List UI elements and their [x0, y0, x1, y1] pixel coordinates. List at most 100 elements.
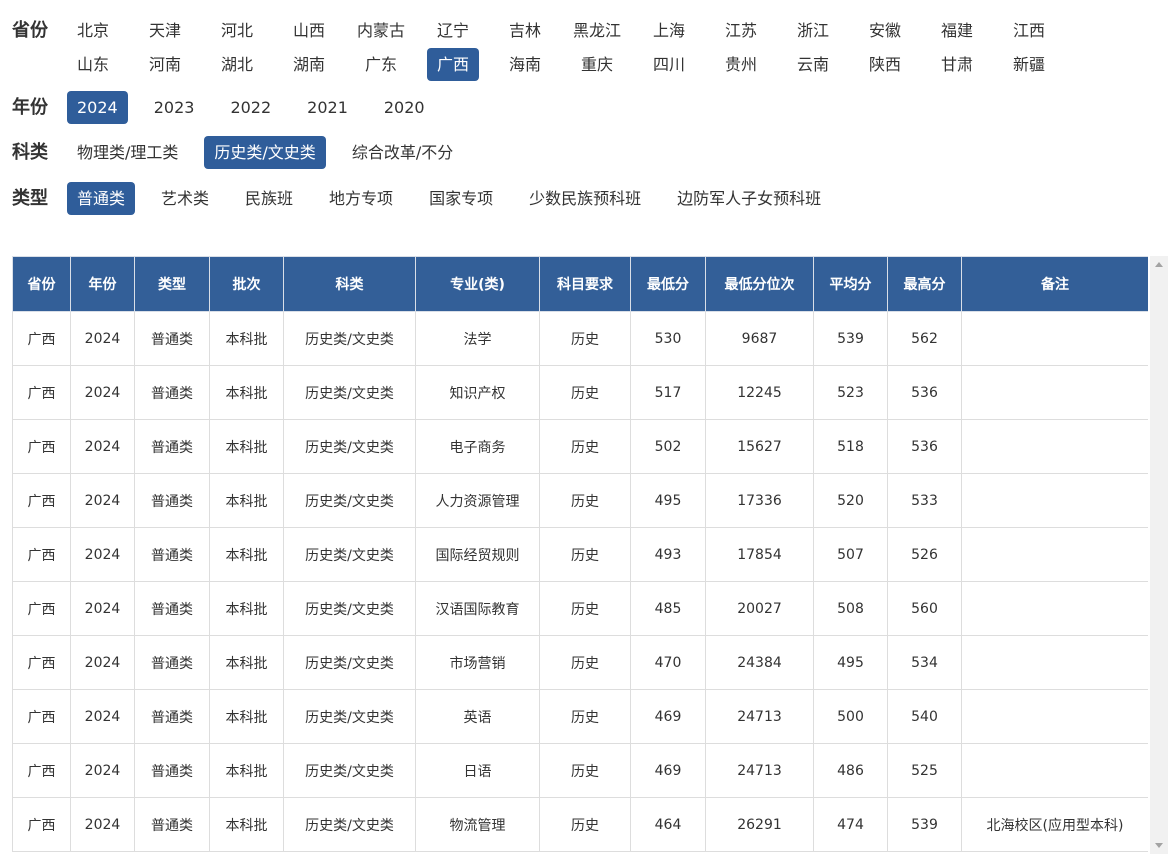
table-cell: 469: [630, 689, 706, 744]
province-option[interactable]: 陕西: [859, 48, 911, 81]
table-cell: 人力资源管理: [415, 473, 540, 528]
year-option[interactable]: 2020: [374, 91, 435, 124]
table-cell: 历史类/文史类: [283, 635, 416, 690]
type-option[interactable]: 边防军人子女预科班: [667, 182, 831, 215]
province-option[interactable]: 内蒙古: [355, 14, 407, 47]
table-cell: 2024: [70, 743, 135, 798]
filter-panel: 省份 北京 天津 河北 山西 内蒙古 辽宁 吉林 黑龙江 上海 江苏 浙江 安徽 福建 江西 山东 河南 湖北湖…: [12, 14, 1162, 216]
scroll-down-arrow-icon[interactable]: [1155, 843, 1163, 848]
year-option[interactable]: 2021: [297, 91, 358, 124]
province-option[interactable]: 重庆: [571, 48, 623, 81]
province-option[interactable]: 山西: [283, 14, 335, 47]
province-option[interactable]: 辽宁: [427, 14, 479, 47]
province-option[interactable]: 云南: [787, 48, 839, 81]
province-option[interactable]: 新疆: [1003, 48, 1055, 81]
year-option[interactable]: 2022: [220, 91, 281, 124]
subject-option[interactable]: 综合改革/不分: [342, 136, 463, 169]
table-cell: 本科批: [209, 743, 284, 798]
table-cell: 2024: [70, 473, 135, 528]
column-header: 年份: [70, 256, 135, 312]
type-option[interactable]: 普通类: [67, 182, 136, 215]
column-header: 批次: [209, 256, 284, 312]
table-cell: 12245: [705, 365, 814, 420]
table-cell: 普通类: [134, 365, 210, 420]
table-row: 广西 2024 普通类 本科批 历史类/文史类 知识产权 历史 517 12245 523 536: [12, 365, 1148, 420]
table-cell: 本科批: [209, 365, 284, 420]
province-option[interactable]: 河南: [139, 48, 191, 81]
table-cell: 本科批: [209, 311, 284, 366]
table-cell: 知识产权: [415, 365, 540, 420]
type-option[interactable]: 地方专项: [319, 182, 403, 215]
table-cell: 普通类: [134, 419, 210, 474]
year-option[interactable]: 2023: [144, 91, 205, 124]
province-option[interactable]: 四川: [643, 48, 695, 81]
table-cell: 470: [630, 635, 706, 690]
table-cell: 536: [887, 365, 962, 420]
year-option[interactable]: 2024: [67, 91, 128, 124]
table-cell: 市场营销: [415, 635, 540, 690]
table-cell: 474: [813, 797, 888, 852]
table-cell: [961, 365, 1148, 420]
table-cell: 历史类/文史类: [283, 581, 416, 636]
table-cell: 历史类/文史类: [283, 743, 416, 798]
table-row: 广西 2024 普通类 本科批 历史类/文史类 法学 历史 530 9687 539 562: [12, 311, 1148, 366]
province-option[interactable]: 北京: [67, 14, 119, 47]
table-row: 广西 2024 普通类 本科批 历史类/文史类 国际经贸规则 历史 493 17854 507 52…: [12, 527, 1148, 582]
table-cell: 普通类: [134, 743, 210, 798]
province-option[interactable]: 河北: [211, 14, 263, 47]
province-option[interactable]: 天津: [139, 14, 191, 47]
province-option[interactable]: 湖南: [283, 48, 335, 81]
vertical-scrollbar[interactable]: [1150, 256, 1168, 854]
table-cell: 历史: [539, 635, 631, 690]
table-cell: 历史类/文史类: [283, 473, 416, 528]
table-cell: 历史: [539, 689, 631, 744]
province-option[interactable]: 浙江: [787, 14, 839, 47]
province-option[interactable]: 海南: [499, 48, 551, 81]
province-option[interactable]: 江苏: [715, 14, 767, 47]
table-cell: 539: [813, 311, 888, 366]
column-header: 专业(类): [415, 256, 540, 312]
type-option[interactable]: 艺术类: [151, 182, 219, 215]
province-option[interactable]: 贵州: [715, 48, 767, 81]
province-option[interactable]: 福建: [931, 14, 983, 47]
table-cell: 2024: [70, 581, 135, 636]
table-cell: 本科批: [209, 797, 284, 852]
table-cell: 历史: [539, 743, 631, 798]
table-cell: [961, 743, 1148, 798]
table-cell: [961, 581, 1148, 636]
table-cell: 物流管理: [415, 797, 540, 852]
scroll-up-arrow-icon[interactable]: [1155, 262, 1163, 267]
province-option[interactable]: 甘肃: [931, 48, 983, 81]
province-option[interactable]: 湖北: [211, 48, 263, 81]
province-option[interactable]: 江西: [1003, 14, 1055, 47]
province-option[interactable]: 上海: [643, 14, 695, 47]
table-cell: [961, 689, 1148, 744]
province-option[interactable]: 山东: [67, 48, 119, 81]
table-cell: 469: [630, 743, 706, 798]
type-option[interactable]: 少数民族预科班: [519, 182, 651, 215]
table-cell: 540: [887, 689, 962, 744]
province-option[interactable]: 广东: [355, 48, 407, 81]
province-option[interactable]: 广西: [427, 48, 479, 81]
province-option[interactable]: 黑龙江: [571, 14, 623, 47]
table-cell: 495: [813, 635, 888, 690]
province-option[interactable]: 安徽: [859, 14, 911, 47]
subject-options: 物理类/理工类 历史类/文史类 综合改革/不分: [67, 136, 1117, 169]
table-cell: 广西: [12, 581, 71, 636]
table-cell: 历史: [539, 473, 631, 528]
table-cell: 历史: [539, 581, 631, 636]
type-option[interactable]: 国家专项: [419, 182, 503, 215]
table-cell: 历史类/文史类: [283, 689, 416, 744]
table-cell: 518: [813, 419, 888, 474]
table-cell: 本科批: [209, 473, 284, 528]
column-header: 最低分: [630, 256, 706, 312]
subject-option[interactable]: 历史类/文史类: [204, 136, 326, 169]
type-option[interactable]: 民族班: [235, 182, 303, 215]
table-cell: 历史类/文史类: [283, 311, 416, 366]
table-cell: 495: [630, 473, 706, 528]
table-cell: 北海校区(应用型本科): [961, 797, 1148, 852]
table-row: 广西 2024 普通类 本科批 历史类/文史类 日语 历史 469 24713 486 525: [12, 743, 1148, 798]
province-option[interactable]: 吉林: [499, 14, 551, 47]
subject-option[interactable]: 物理类/理工类: [67, 136, 188, 169]
table-cell: 2024: [70, 419, 135, 474]
